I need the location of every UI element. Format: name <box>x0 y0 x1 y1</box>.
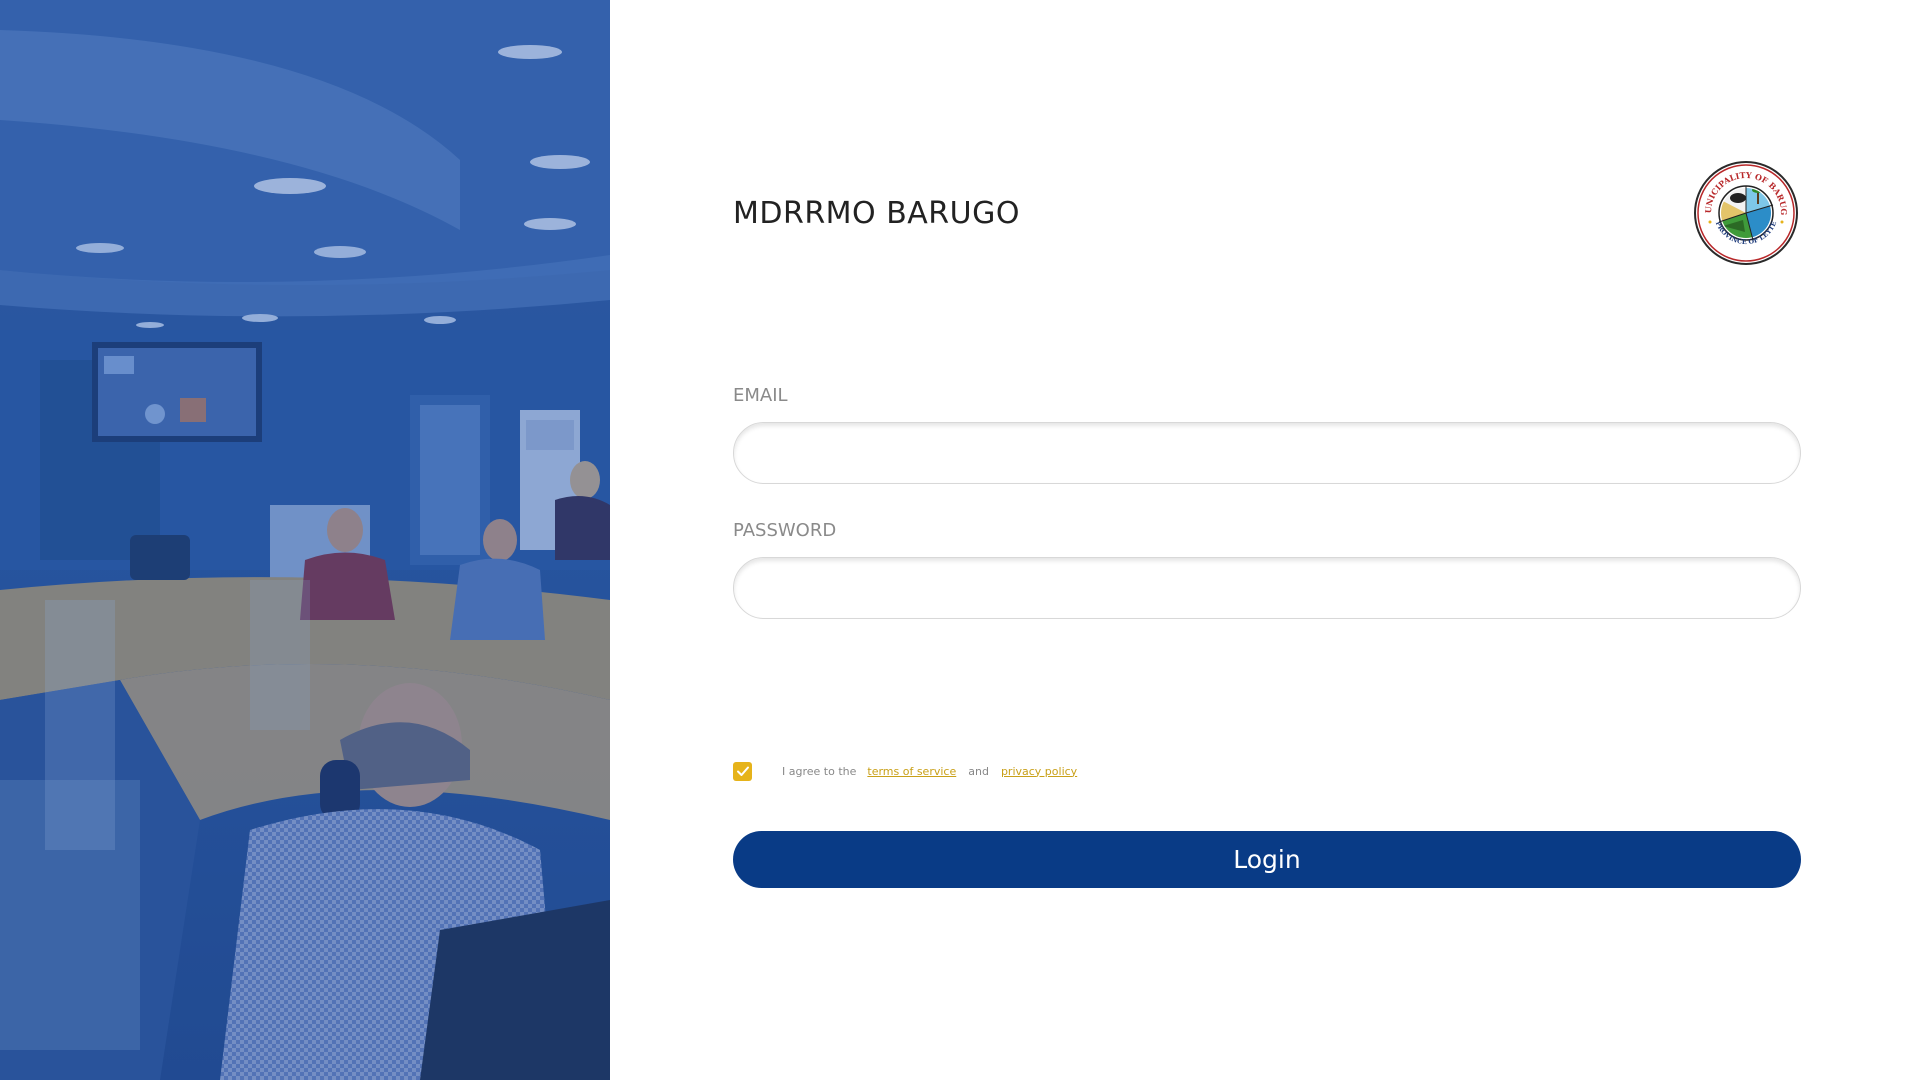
agree-and-text: and <box>968 764 989 778</box>
agree-row: I agree to the terms of service and priv… <box>733 760 1077 782</box>
password-input[interactable] <box>733 557 1801 619</box>
login-page: MDRRMO BARUGO MUNICIPALITY OF BARUGO PRO… <box>0 0 1920 1080</box>
background-photo <box>0 0 610 1080</box>
login-panel: MDRRMO BARUGO MUNICIPALITY OF BARUGO PRO… <box>610 0 1920 1080</box>
terms-of-service-link[interactable]: terms of service <box>867 765 956 778</box>
privacy-policy-link[interactable]: privacy policy <box>1001 765 1077 778</box>
agree-text: I agree to the <box>782 764 857 778</box>
email-label: EMAIL <box>733 385 788 406</box>
password-label: PASSWORD <box>733 520 837 541</box>
app-title: MDRRMO BARUGO <box>733 196 1020 231</box>
login-button[interactable]: Login <box>733 831 1801 888</box>
municipal-seal-icon: MUNICIPALITY OF BARUGO PROVINCE OF LEYTE <box>1689 152 1799 266</box>
agree-checkbox[interactable] <box>733 761 752 781</box>
email-input[interactable] <box>733 422 1801 484</box>
check-icon <box>736 766 749 776</box>
